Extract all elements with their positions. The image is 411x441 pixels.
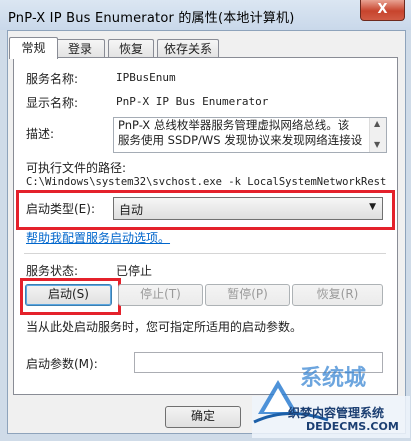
stop-button[interactable]: 停止(T) — [118, 284, 203, 306]
start-params-label: 启动参数(M): — [26, 357, 98, 371]
service-name-label: 服务名称: — [26, 72, 79, 86]
close-button[interactable]: X — [360, 0, 405, 21]
scroll-down-icon[interactable]: ▼ — [374, 140, 380, 149]
tab-recovery[interactable]: 恢复 — [108, 39, 154, 58]
start-button[interactable]: 启动(S) — [25, 284, 112, 306]
help-link[interactable]: 帮助我配置服务启动选项。 — [26, 229, 170, 246]
service-name-value: IPBusEnum — [116, 71, 176, 84]
pause-button[interactable]: 暂停(P) — [205, 284, 290, 306]
chevron-down-icon: ▼ — [369, 202, 376, 212]
display-name-value: PnP-X IP Bus Enumerator — [116, 95, 269, 108]
window-title: PnP-X IP Bus Enumerator 的属性(本地计算机) — [8, 11, 295, 26]
ok-button[interactable]: 确定 — [165, 406, 241, 428]
divider — [24, 253, 386, 254]
startup-type-label: 启动类型(E): — [26, 202, 95, 216]
resume-button[interactable]: 恢复(R) — [292, 284, 383, 306]
tab-dependencies[interactable]: 依存关系 — [157, 39, 219, 58]
tab-logon[interactable]: 登录 — [55, 39, 105, 58]
display-name-label: 显示名称: — [26, 96, 79, 110]
description-label: 描述: — [26, 127, 55, 141]
startup-type-select[interactable]: 自动 ▼ — [113, 197, 383, 220]
title-bar: PnP-X IP Bus Enumerator 的属性(本地计算机) X — [0, 0, 411, 30]
service-status-value: 已停止 — [116, 264, 153, 278]
exec-path-value: C:\Windows\system32\svchost.exe -k Local… — [26, 176, 386, 188]
description-line: 服务使用 SSDP/WS 发现协议来发现网络连接设 — [118, 133, 363, 147]
description-scrollbar[interactable]: ▲ ▼ — [369, 118, 386, 152]
startup-type-value: 自动 — [119, 203, 144, 217]
description-line: PnP-X 总线枚举器服务管理虚拟网络总线。该 — [118, 118, 350, 132]
description-box[interactable]: PnP-X 总线枚举器服务管理虚拟网络总线。该 服务使用 SSDP/WS 发现协… — [113, 117, 387, 153]
scroll-up-icon[interactable]: ▲ — [374, 119, 380, 128]
exec-path-label: 可执行文件的路径: — [26, 161, 127, 175]
start-params-input[interactable] — [134, 352, 383, 373]
service-status-label: 服务状态: — [26, 264, 79, 278]
start-params-hint: 当从此处启动服务时，您可指定所适用的启动参数。 — [26, 320, 303, 334]
tab-general[interactable]: 常规 — [9, 37, 58, 59]
